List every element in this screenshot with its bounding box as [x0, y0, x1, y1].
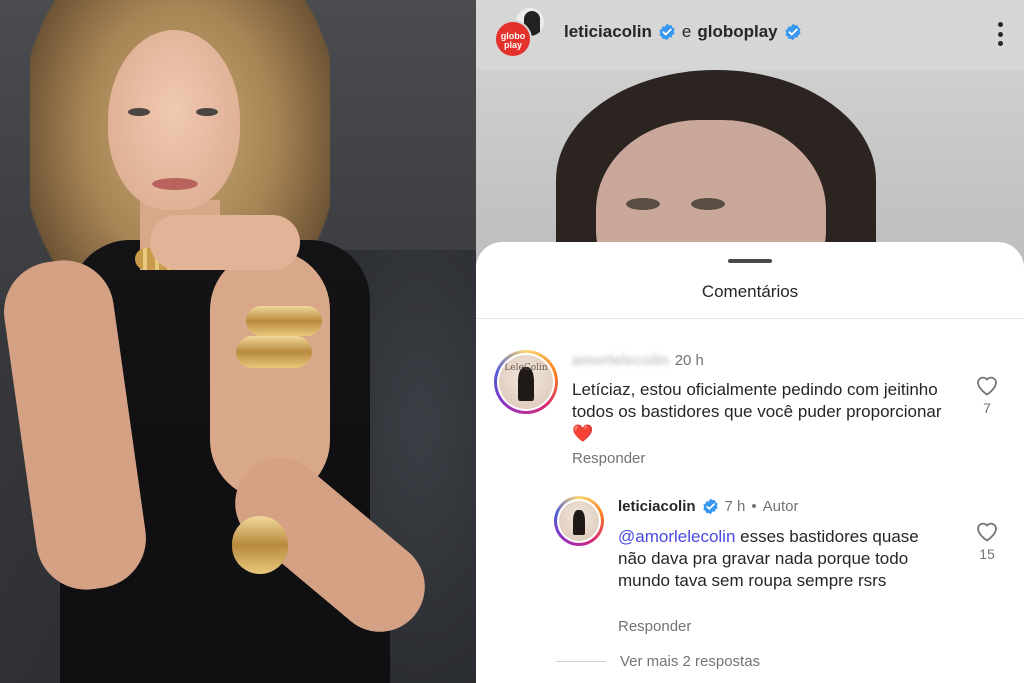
post-image[interactable]	[476, 70, 1024, 270]
header-usernames: leticiacolin e globoplay	[564, 22, 802, 42]
eye-right	[196, 108, 218, 116]
avatar-globoplay[interactable]: globo play	[494, 20, 532, 58]
view-more-replies-label: Ver mais 2 respostas	[620, 653, 761, 670]
header-username-2[interactable]: globoplay	[697, 22, 777, 42]
view-more-replies[interactable]: Ver mais 2 respostas	[556, 653, 760, 670]
heart-icon	[977, 522, 997, 542]
meta-separator: •	[751, 498, 757, 515]
reply-item: leticiacolin 7 h • Autor @amorlelecolin …	[476, 242, 1024, 642]
verified-badge-icon	[702, 498, 718, 515]
gold-bracelet-2	[236, 336, 312, 368]
reply-text: @amorlelecolin esses bastidores quase nã…	[618, 526, 948, 592]
post-eye-right	[691, 198, 725, 210]
reply-time: 7 h	[724, 498, 746, 515]
instagram-screenshot: globo play leticiacolin e globoplay Come…	[476, 0, 1024, 683]
like-button[interactable]: 15	[972, 520, 1002, 562]
reply-username[interactable]: leticiacolin	[618, 498, 696, 515]
post-eye-left	[626, 198, 660, 210]
hand-under-chin	[150, 215, 300, 270]
like-count: 15	[979, 546, 995, 562]
verified-badge-icon	[785, 23, 801, 41]
lips	[152, 178, 198, 190]
reply-meta: leticiacolin 7 h • Autor	[618, 498, 799, 515]
more-options-icon[interactable]	[998, 22, 1004, 46]
thread-line	[556, 661, 606, 662]
comments-sheet: Comentários LeleColin amorlelecolin 20 h…	[476, 242, 1024, 683]
gold-bracelet-1	[246, 306, 322, 336]
photo-woman-portrait	[0, 0, 476, 683]
avatar-logo-text: LeleColin	[504, 363, 548, 373]
author-badge: Autor	[762, 498, 799, 515]
reply-mention[interactable]: @amorlelecolin	[618, 527, 735, 546]
verified-badge-icon	[659, 23, 675, 41]
header-username-1[interactable]: leticiacolin	[564, 22, 652, 42]
eye-left	[128, 108, 150, 116]
reply-button[interactable]: Responder	[618, 618, 691, 635]
collab-avatars[interactable]: globo play	[494, 6, 550, 62]
post-header: globo play leticiacolin e globoplay	[476, 0, 1024, 70]
header-conjunction: e	[681, 22, 692, 41]
gold-bracelet-3	[232, 516, 288, 574]
reply-avatar[interactable]	[554, 496, 604, 546]
